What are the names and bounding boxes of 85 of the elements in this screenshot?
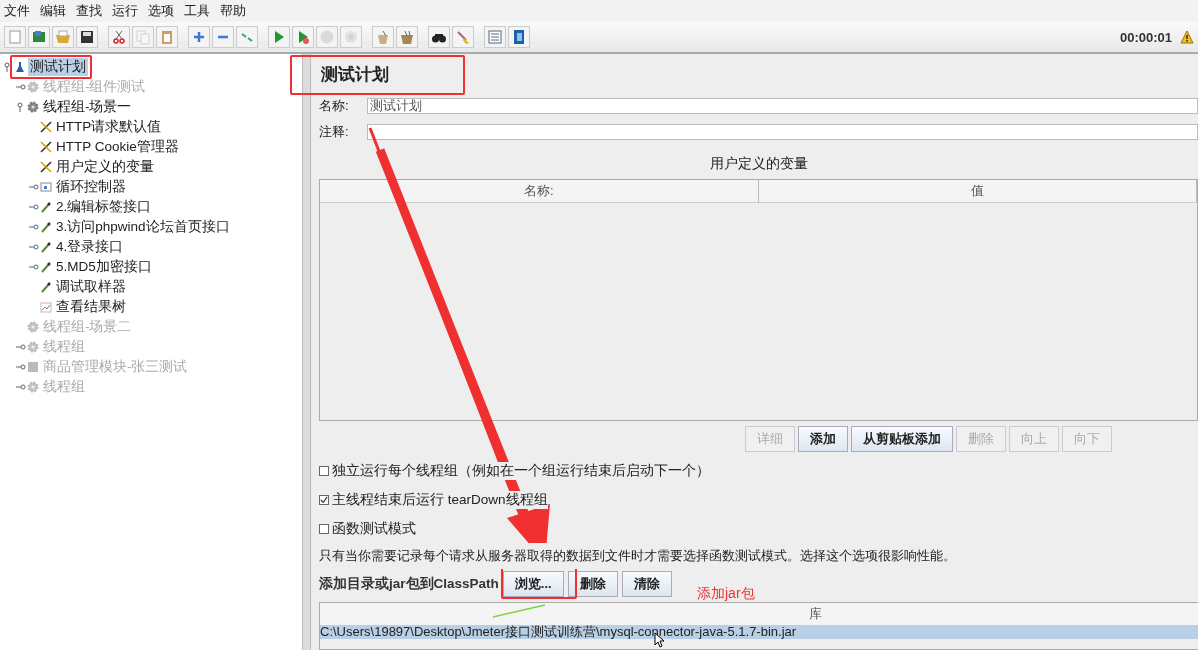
column-header[interactable]: 值 (758, 180, 1197, 202)
gear-icon (27, 341, 39, 353)
gear-icon (27, 101, 39, 113)
checkbox[interactable] (319, 523, 329, 534)
square-icon (27, 361, 39, 373)
warning-icon[interactable] (1180, 30, 1194, 44)
expander-icon[interactable] (29, 262, 39, 272)
clear-icon[interactable] (372, 26, 394, 48)
column-header[interactable]: 库 (808, 605, 822, 623)
templates-icon[interactable] (28, 26, 50, 48)
cut-icon[interactable] (108, 26, 130, 48)
expander-icon[interactable] (16, 82, 26, 92)
checkbox[interactable] (319, 465, 329, 476)
pipette-icon (40, 261, 52, 273)
table-row[interactable]: C:\Users\19897\Desktop\Jmeter接口测试训练营\mysql-connector-java-5.1.7-bin.jar (320, 625, 1198, 639)
field-label: 注释: (319, 123, 350, 141)
tree-item[interactable]: 测试计划 (28, 58, 88, 76)
tree-item[interactable]: 4.登录接口 (54, 238, 126, 256)
gear-icon (27, 381, 39, 393)
table-button[interactable]: 添加 (798, 426, 848, 452)
column-header[interactable]: 名称: (320, 180, 759, 202)
expander-icon[interactable] (29, 242, 39, 252)
expander-icon[interactable] (29, 222, 39, 232)
tree-item[interactable]: 调试取样器 (54, 278, 128, 296)
tree-item[interactable]: HTTP请求默认值 (54, 118, 164, 136)
start-no-pause-icon[interactable] (292, 26, 314, 48)
tools-icon (40, 141, 52, 153)
menu-item[interactable]: 帮助 (220, 2, 246, 20)
tools-icon (40, 161, 52, 173)
comment-field[interactable] (367, 124, 1198, 140)
toggle-icon[interactable] (236, 26, 258, 48)
gear-icon (27, 321, 39, 333)
pipette-icon (40, 221, 52, 233)
annotation-text: 添加jar包 (697, 585, 755, 603)
save-icon[interactable] (76, 26, 98, 48)
checkbox-label: 主线程结束后运行 tearDown线程组 (332, 490, 548, 509)
paste-icon[interactable] (156, 26, 178, 48)
controller-icon (40, 181, 52, 193)
menu-item[interactable]: 查找 (76, 2, 102, 20)
help-icon[interactable] (508, 26, 530, 48)
tools-icon (40, 121, 52, 133)
tree-item[interactable]: 3.访问phpwind论坛首页接口 (54, 218, 232, 236)
tree-item[interactable]: 查看结果树 (54, 298, 128, 316)
expander-icon[interactable] (29, 182, 39, 192)
expander-icon[interactable] (16, 342, 26, 352)
elapsed-time: 00:00:01 (1119, 29, 1172, 45)
expander-icon[interactable] (16, 382, 26, 392)
search-icon[interactable] (428, 26, 450, 48)
collapse-icon[interactable] (212, 26, 234, 48)
menu-item[interactable]: 工具 (184, 2, 210, 20)
expand-icon[interactable] (188, 26, 210, 48)
tree-item[interactable]: 用户定义的变量 (54, 158, 156, 176)
menu-item[interactable]: 编辑 (40, 2, 66, 20)
tree-item[interactable]: 线程组-场景一 (41, 98, 134, 116)
section-title: 用户定义的变量 (708, 155, 809, 173)
checkbox-label: 函数测试模式 (332, 519, 416, 538)
menu-item[interactable]: 运行 (112, 2, 138, 20)
menu-item[interactable]: 选项 (148, 2, 174, 20)
menu-item[interactable]: 文件 (4, 2, 30, 20)
checkbox[interactable] (319, 494, 329, 505)
classpath-button[interactable]: 清除 (621, 571, 672, 597)
flask-icon (14, 61, 26, 73)
expander-icon[interactable] (16, 102, 26, 112)
gear-icon (27, 81, 39, 93)
clear-all-icon[interactable] (396, 26, 418, 48)
expander-icon[interactable] (3, 62, 13, 72)
name-field[interactable]: 测试计划 (367, 98, 1198, 114)
tree-item[interactable]: HTTP Cookie管理器 (54, 138, 181, 156)
panel-title: 测试计划 (320, 64, 389, 86)
classpath-button[interactable]: 删除 (567, 571, 618, 597)
expander-icon[interactable] (29, 202, 39, 212)
field-label: 名称: (319, 97, 350, 115)
tree-item[interactable]: 循环控制器 (54, 178, 128, 196)
classpath-button[interactable]: 浏览... (502, 571, 564, 597)
leader-line (492, 604, 546, 618)
tree-item[interactable]: 5.MD5加密接口 (54, 258, 154, 276)
pipette-icon (40, 241, 52, 253)
classpath-label: 添加目录或jar包到ClassPath (319, 575, 499, 593)
pipette-icon (40, 201, 52, 213)
pipette-icon (40, 281, 52, 293)
graph-icon (40, 301, 52, 313)
tree-item[interactable]: 2.编辑标签接口 (54, 198, 154, 216)
start-icon[interactable] (268, 26, 290, 48)
expander-icon[interactable] (16, 362, 26, 372)
table-button[interactable]: 从剪贴板添加 (851, 426, 953, 452)
